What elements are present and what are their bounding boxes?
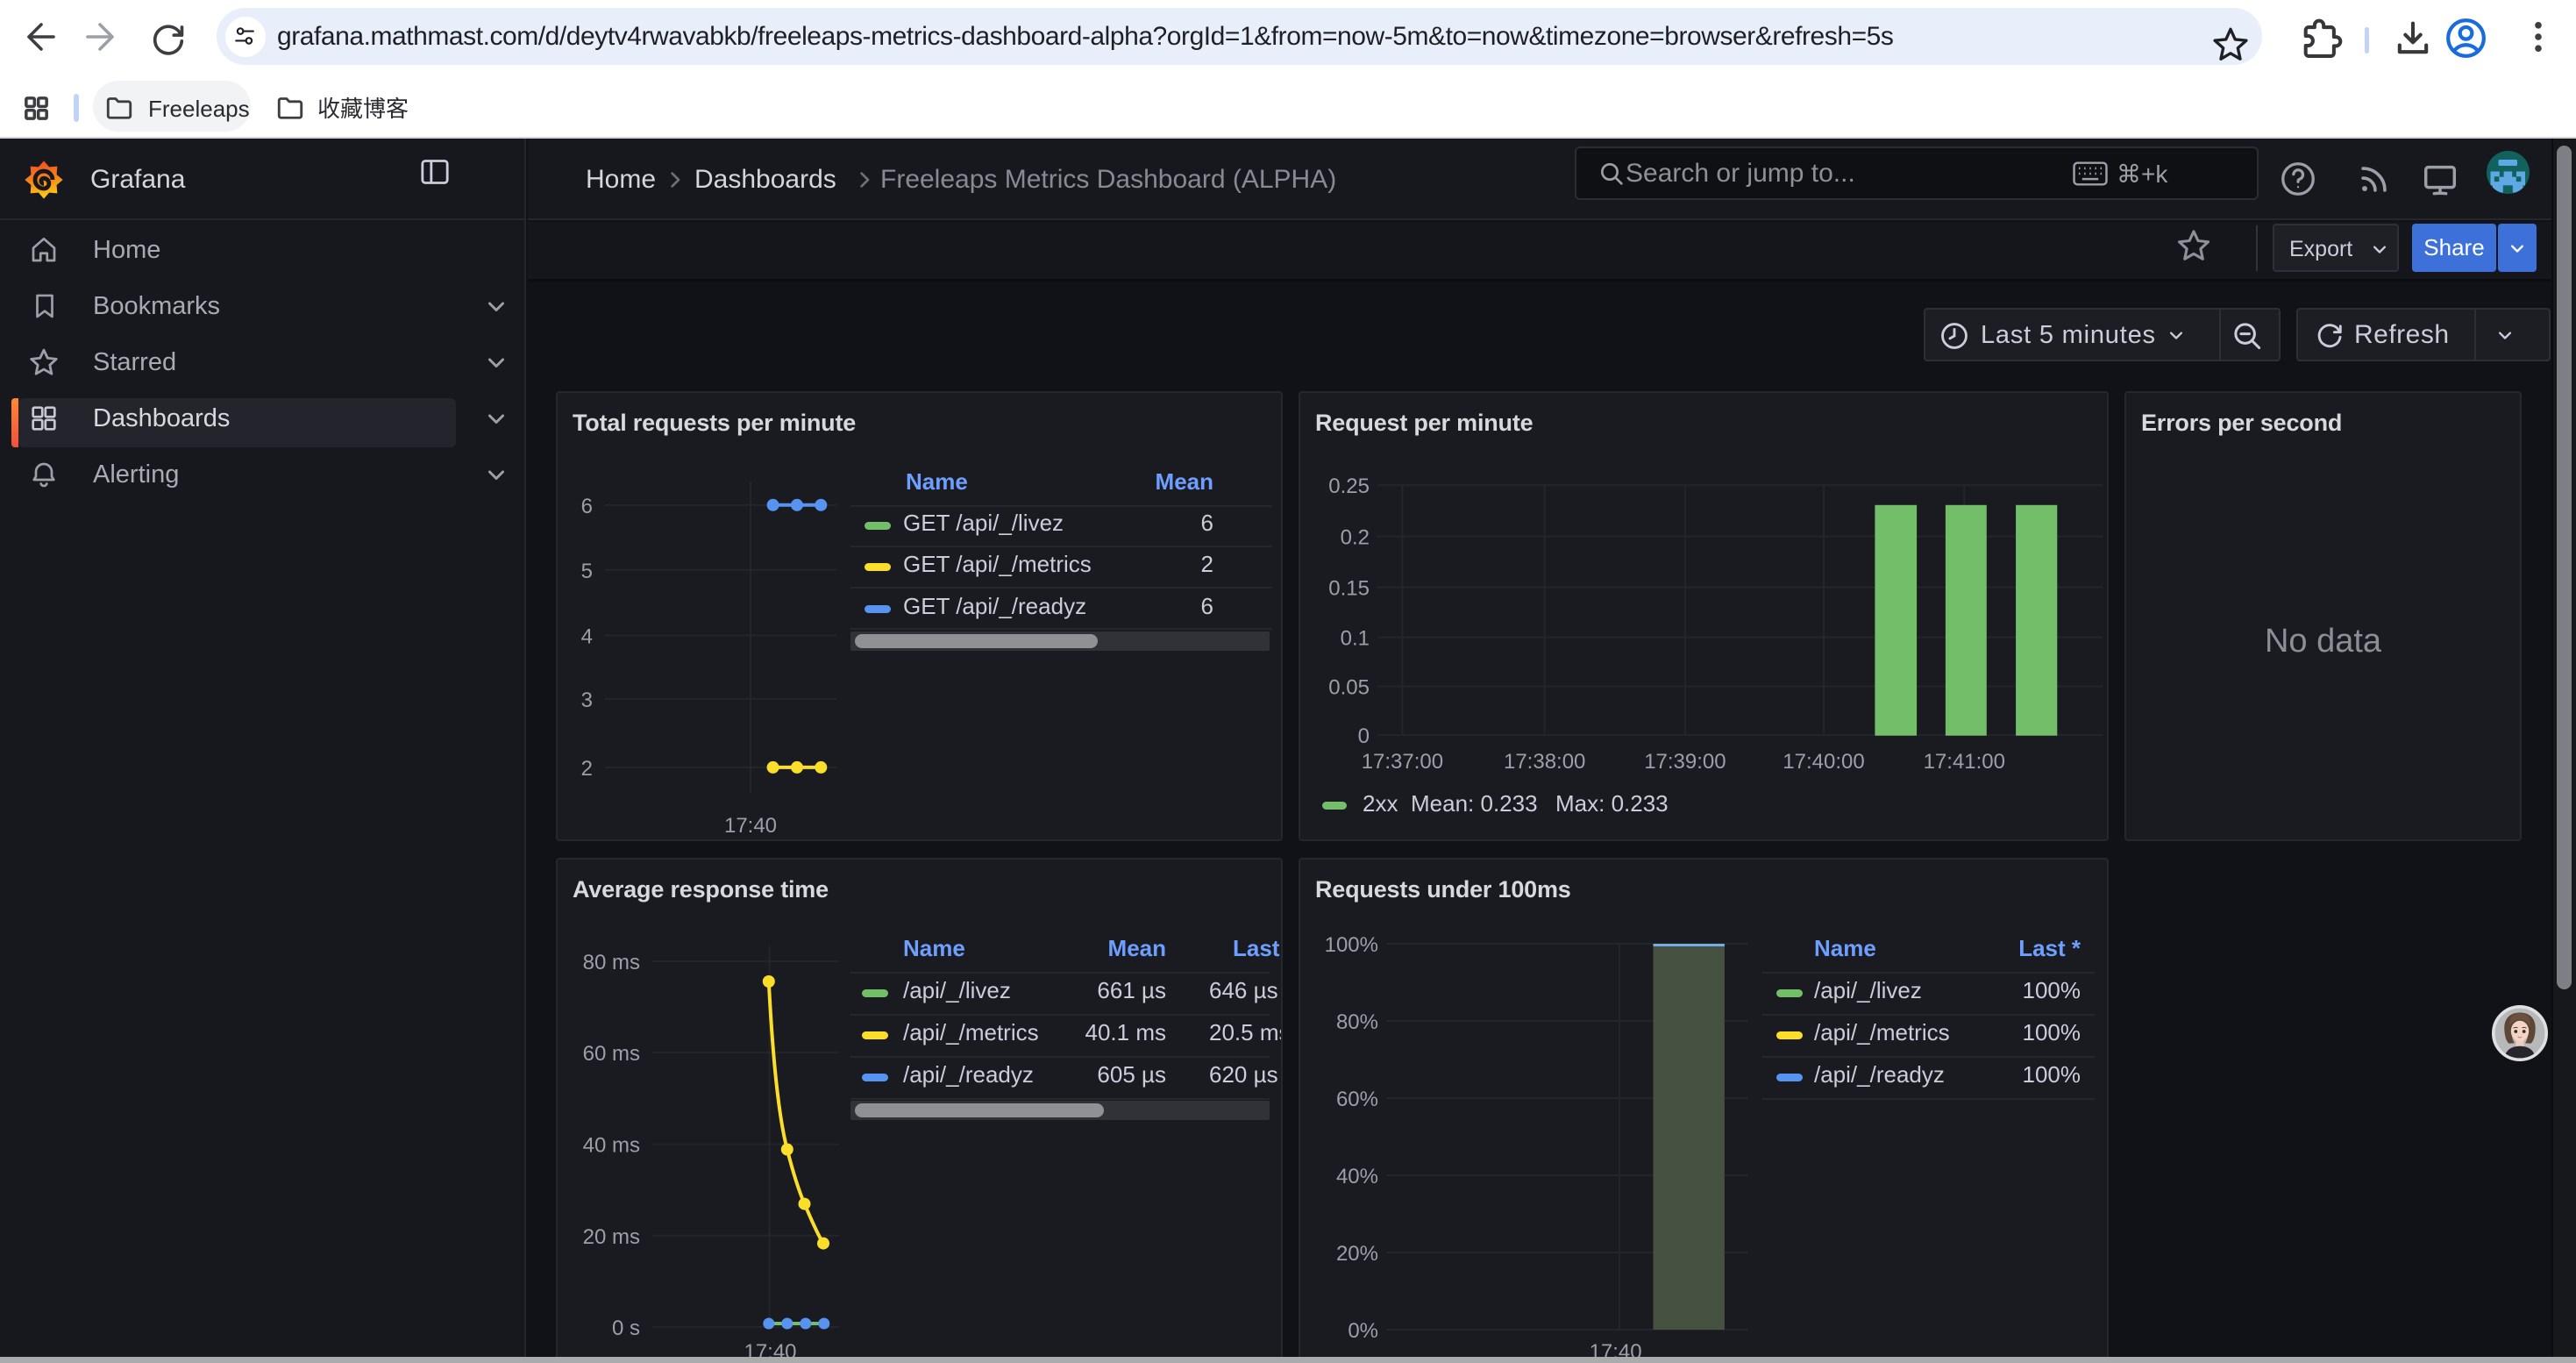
svg-text:5: 5 [581, 560, 593, 583]
svg-text:0.05: 0.05 [1328, 676, 1370, 700]
svg-text:0 s: 0 s [612, 1317, 640, 1340]
svg-text:4: 4 [581, 625, 593, 649]
svg-text:6: 6 [581, 495, 593, 518]
svg-text:2: 2 [581, 757, 593, 781]
svg-text:80 ms: 80 ms [583, 951, 640, 974]
svg-text:17:39:00: 17:39:00 [1644, 750, 1726, 774]
svg-text:100%: 100% [1325, 933, 1378, 957]
svg-text:0.1: 0.1 [1341, 627, 1370, 651]
svg-text:20 ms: 20 ms [583, 1225, 640, 1249]
svg-text:60 ms: 60 ms [583, 1042, 640, 1066]
svg-text:0%: 0% [1348, 1319, 1378, 1343]
svg-text:17:38:00: 17:38:00 [1504, 750, 1585, 774]
svg-text:80%: 80% [1336, 1010, 1378, 1034]
svg-text:60%: 60% [1336, 1088, 1378, 1111]
svg-text:20%: 20% [1336, 1242, 1378, 1266]
svg-text:0.25: 0.25 [1328, 475, 1370, 498]
svg-text:0.2: 0.2 [1341, 526, 1370, 550]
svg-text:17:40:00: 17:40:00 [1783, 750, 1864, 774]
svg-text:0: 0 [1358, 724, 1370, 748]
svg-text:40%: 40% [1336, 1165, 1378, 1188]
svg-text:17:37:00: 17:37:00 [1362, 750, 1443, 774]
svg-text:17:41:00: 17:41:00 [1924, 750, 2005, 774]
svg-text:3: 3 [581, 689, 593, 712]
svg-text:0.15: 0.15 [1328, 577, 1370, 601]
svg-text:40 ms: 40 ms [583, 1134, 640, 1158]
svg-text:17:40: 17:40 [724, 814, 777, 838]
